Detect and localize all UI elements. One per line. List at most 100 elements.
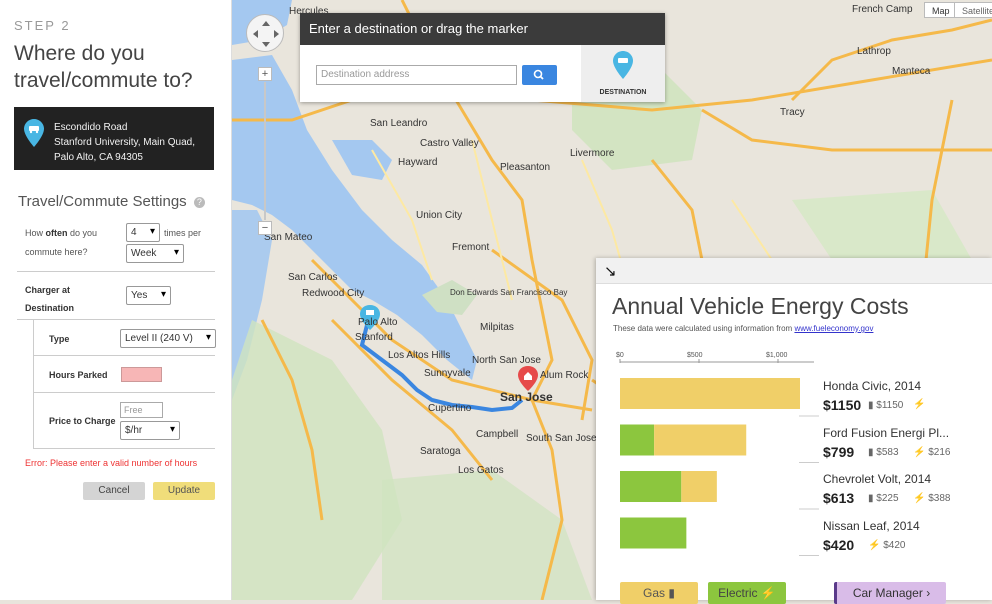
commute-here-label: commute here? <box>25 247 88 257</box>
bar-gas <box>681 471 717 502</box>
page-title: Where do you travel/commute to? <box>14 42 193 92</box>
legend-gas-label: Gas <box>643 586 666 600</box>
place-label: Tracy <box>780 107 805 118</box>
divider <box>33 448 215 449</box>
place-label: Saratoga <box>420 446 461 457</box>
place-label: Fremont <box>452 242 490 253</box>
car-manager-label: Car Manager <box>852 586 923 600</box>
step-label: STEP 2 <box>14 18 71 33</box>
electric-cost-detail: ⚡ $420 <box>868 539 906 551</box>
how-often-bold: often <box>45 228 68 238</box>
zoom-out-button[interactable]: − <box>258 221 272 235</box>
map-type-map-button[interactable]: Map <box>924 2 958 18</box>
fueleconomy-link[interactable]: www.fueleconomy.gov <box>794 324 873 333</box>
place-label: French Camp <box>852 4 913 15</box>
charger-label: Charger at Destination <box>25 285 75 313</box>
axis-tick-label: $500 <box>687 352 703 359</box>
destination-tile-label: DESTINATION <box>599 89 647 96</box>
place-label: Milpitas <box>480 322 514 333</box>
car-total-cost: $799 <box>823 443 855 460</box>
zoom-in-button[interactable]: + <box>258 67 272 81</box>
car-pin-icon <box>613 51 633 79</box>
destination-input[interactable]: Destination address <box>316 65 517 85</box>
place-label: Alum Rock <box>540 370 589 381</box>
map-type-satellite-button[interactable]: Satellite <box>954 2 992 18</box>
axis-tick-label: $0 <box>616 352 624 359</box>
place-label: Hayward <box>398 157 438 168</box>
place-label: North San Jose <box>472 355 541 366</box>
destination-line-1: Escondido Road <box>54 122 128 133</box>
place-label: San Carlos <box>288 272 338 283</box>
place-label: Manteca <box>892 66 931 77</box>
bar-gas <box>654 424 747 456</box>
place-label: Castro Valley <box>420 138 479 149</box>
search-button[interactable] <box>522 65 557 85</box>
cancel-button[interactable]: Cancel <box>83 482 145 500</box>
divider <box>17 319 215 320</box>
price-unit-select[interactable]: $/hr <box>120 421 180 440</box>
divider <box>17 271 215 272</box>
gas-pump-icon: ▮ <box>668 586 675 600</box>
car-total-cost: $420 <box>823 536 855 553</box>
place-label: Livermore <box>570 148 615 159</box>
energy-costs-panel: ↘ Annual Vehicle Energy Costs These data… <box>596 258 992 604</box>
collapse-arrow-icon[interactable]: ↘ <box>604 262 617 280</box>
type-select[interactable]: Level II (240 V) <box>120 329 216 348</box>
car-pin-icon <box>24 119 44 147</box>
settings-title-text: Travel/Commute Settings <box>18 193 187 210</box>
bar-electric <box>620 517 687 549</box>
car-name: Chevrolet Volt, 2014 <box>823 472 932 486</box>
error-message: Error: Please enter a valid number of ho… <box>25 458 198 468</box>
hours-input[interactable] <box>121 367 162 382</box>
plug-icon: ⚡ <box>760 586 776 600</box>
zoom-slider-track[interactable] <box>264 82 266 220</box>
destination-line-2: Stanford University, Main Quad, <box>54 137 195 148</box>
place-label: South San Jose <box>526 433 597 444</box>
destination-marker-tile[interactable]: DESTINATION <box>581 45 665 102</box>
bar-electric <box>620 424 655 456</box>
axis-tick-label: $1,000 <box>766 352 788 359</box>
price-label: Price to Charge <box>49 416 116 426</box>
gas-cost-detail: ▮ $225 <box>868 493 899 504</box>
how-often-suffix: do you <box>67 228 98 238</box>
charger-select[interactable]: Yes <box>126 286 171 305</box>
place-label: Pleasanton <box>500 162 551 173</box>
place-label: San Jose <box>500 390 553 404</box>
destination-card[interactable]: Escondido Road Stanford University, Main… <box>14 107 214 170</box>
car-manager-button[interactable]: Car Manager › <box>834 582 946 604</box>
how-often-prefix: How <box>25 228 46 238</box>
place-label: San Leandro <box>370 118 428 129</box>
settings-panel: STEP 2 Where do you travel/commute to? E… <box>0 0 232 600</box>
car-name: Honda Civic, 2014 <box>823 379 922 393</box>
help-icon[interactable]: ? <box>193 197 205 208</box>
pan-control[interactable] <box>246 14 284 52</box>
data-source-note: These data were calculated using informa… <box>613 324 873 333</box>
place-label: Union City <box>416 210 463 221</box>
place-label: Los Altos Hills <box>388 350 451 361</box>
legend-gas[interactable]: Gas ▮ <box>620 582 698 604</box>
times-per-label: times per <box>164 228 202 238</box>
legend-electric-label: Electric <box>718 586 758 600</box>
chevron-right-icon: › <box>926 586 931 600</box>
divider <box>33 355 215 356</box>
place-label: Redwood City <box>302 288 365 299</box>
energy-title: Annual Vehicle Energy Costs <box>612 293 909 319</box>
period-select[interactable]: Week <box>126 244 184 263</box>
destination-search-box: Enter a destination or drag the marker D… <box>300 13 665 102</box>
place-label: Stanford <box>355 332 393 343</box>
update-button[interactable]: Update <box>153 482 215 500</box>
legend-electric[interactable]: Electric ⚡ <box>708 582 786 604</box>
bar-electric <box>620 471 682 502</box>
electric-cost-detail: ⚡ $216 <box>913 446 951 458</box>
price-input[interactable]: Free <box>120 402 163 418</box>
place-label: Cupertino <box>428 403 472 414</box>
place-label: Palo Alto <box>358 317 398 328</box>
place-label: Don Edwards San Francisco Bay <box>450 288 568 297</box>
hours-label: Hours Parked <box>49 370 108 380</box>
place-label: Campbell <box>476 429 519 440</box>
times-select[interactable]: 4 <box>126 223 160 242</box>
how-often-label: How often do you <box>25 224 97 243</box>
place-label: Los Gatos <box>458 465 504 476</box>
panel-topbar <box>596 258 992 284</box>
divider <box>33 392 215 393</box>
